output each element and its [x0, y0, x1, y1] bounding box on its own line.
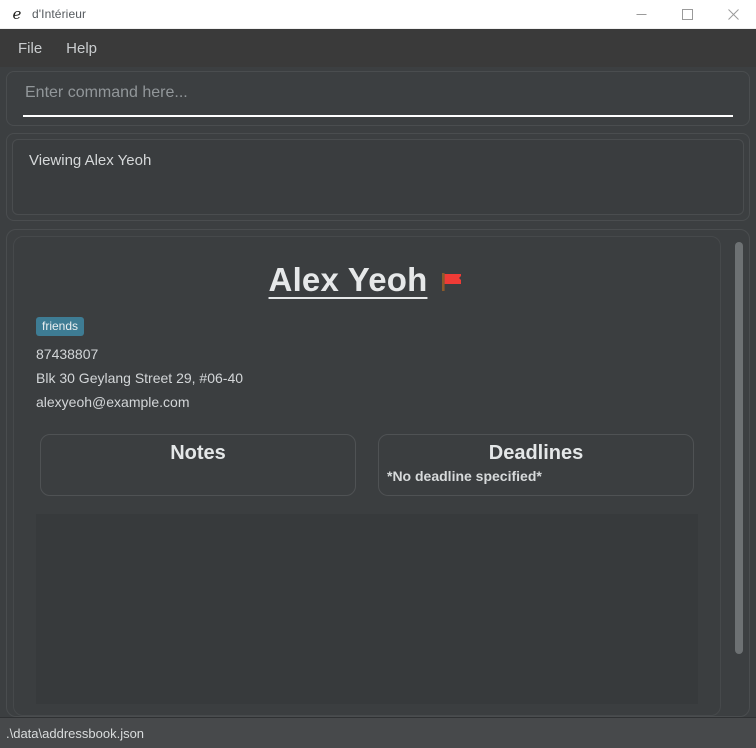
notes-panel-title: Notes: [170, 442, 226, 464]
deadlines-panel-content: *No deadline specified*: [387, 468, 542, 484]
minimize-icon[interactable]: [618, 0, 664, 28]
tag-row: friends: [36, 317, 720, 336]
result-display-container: Viewing Alex Yeoh: [6, 133, 750, 221]
maximize-icon[interactable]: [664, 0, 710, 28]
app-icon: 𝑒: [12, 4, 22, 23]
command-focus-underline: [23, 115, 733, 117]
application-window: 𝑒 d'Intérieur File Help Vie: [0, 0, 756, 748]
triangular-flag-icon: [439, 269, 465, 295]
person-scroll-area: Alex Yeoh friends 87438807 Blk 30 Geylan…: [13, 236, 743, 716]
command-input[interactable]: [25, 84, 725, 102]
result-display-box: Viewing Alex Yeoh: [12, 139, 744, 215]
close-icon[interactable]: [710, 0, 756, 28]
menu-bar: File Help: [0, 29, 756, 67]
body-stack: Viewing Alex Yeoh Alex Yeoh: [0, 67, 756, 717]
person-address: Blk 30 Geylang Street 29, #06-40: [36, 370, 244, 386]
notes-panel: Notes: [40, 434, 356, 496]
result-message: Viewing Alex Yeoh: [29, 152, 152, 169]
deadlines-panel-title: Deadlines: [488, 442, 584, 464]
person-detail-container: Alex Yeoh friends 87438807 Blk 30 Geylan…: [6, 229, 750, 717]
scrollbar-thumb[interactable]: [735, 242, 743, 654]
status-bar-file-path: .\data\addressbook.json: [6, 725, 145, 741]
window-title: d'Intérieur: [32, 7, 87, 21]
person-name: Alex Yeoh: [268, 261, 428, 298]
person-phone: 87438807: [36, 346, 99, 362]
person-email: alexyeoh@example.com: [36, 394, 190, 410]
person-empty-list-area: [36, 514, 698, 704]
command-box[interactable]: [6, 71, 750, 126]
menu-item-file[interactable]: File: [6, 36, 54, 61]
person-details: friends 87438807 Blk 30 Geylang Street 2…: [14, 317, 720, 414]
deadlines-panel: Deadlines *No deadline specified*: [378, 434, 694, 496]
vertical-scrollbar[interactable]: [732, 236, 746, 714]
tag-chip: friends: [36, 317, 85, 336]
person-name-row: Alex Yeoh: [14, 261, 720, 299]
panels-row: Notes Deadlines *No deadline specified*: [40, 434, 694, 496]
status-bar: .\data\addressbook.json: [0, 717, 756, 748]
window-controls: [618, 0, 756, 28]
title-bar: 𝑒 d'Intérieur: [0, 0, 756, 29]
person-card: Alex Yeoh friends 87438807 Blk 30 Geylan…: [13, 236, 721, 716]
menu-item-help[interactable]: Help: [54, 36, 109, 61]
